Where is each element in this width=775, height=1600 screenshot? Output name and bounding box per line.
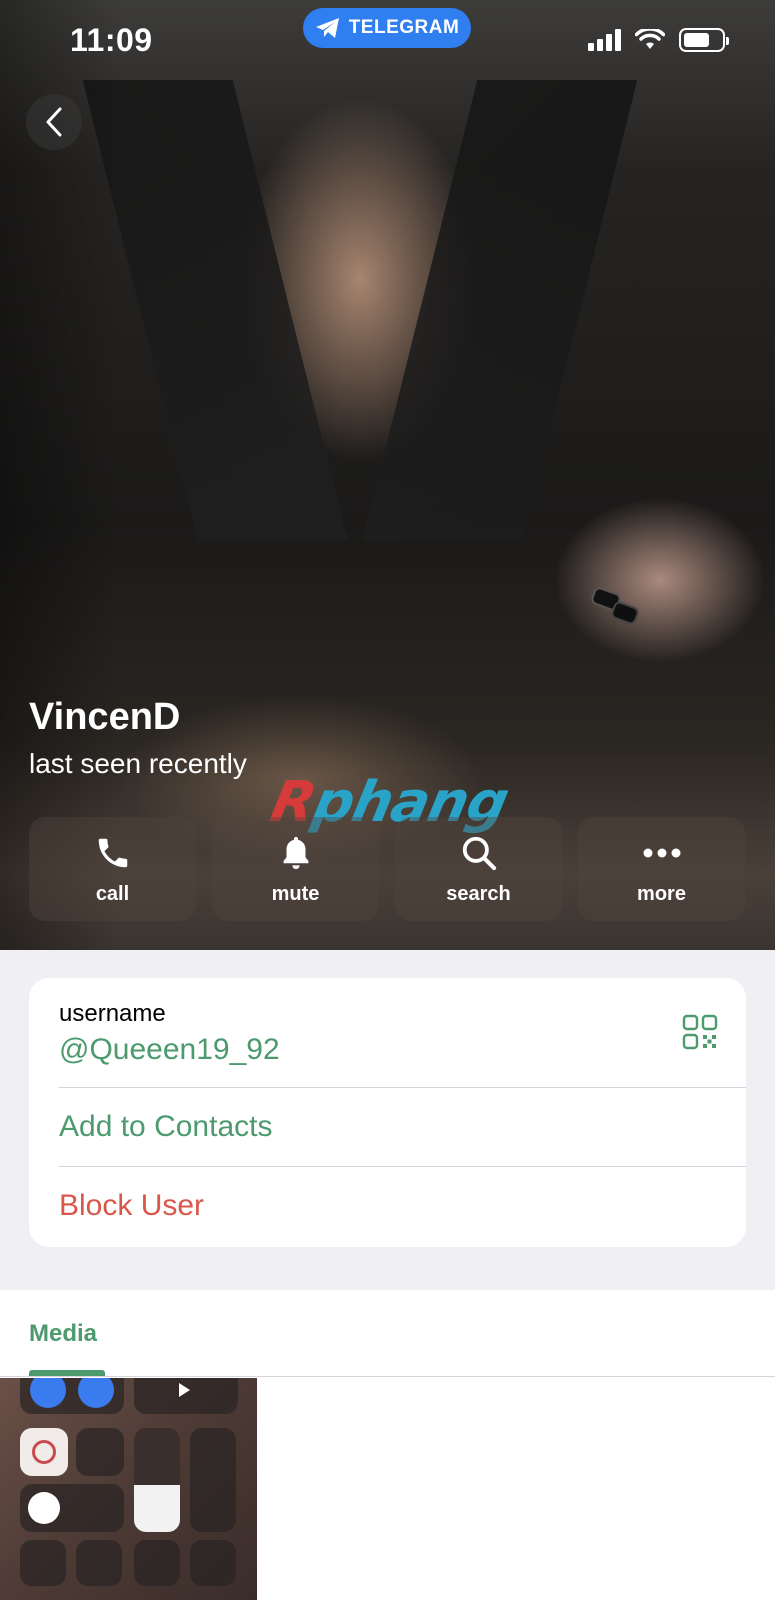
add-to-contacts-label: Add to Contacts bbox=[59, 1110, 273, 1143]
username-label: username bbox=[59, 1000, 166, 1027]
search-button[interactable]: search bbox=[395, 817, 562, 921]
block-user-label: Block User bbox=[59, 1189, 205, 1222]
call-label: call bbox=[95, 882, 130, 905]
block-user-button[interactable]: Block User bbox=[29, 1167, 746, 1247]
flashlight-tile bbox=[20, 1540, 66, 1586]
more-label: more bbox=[637, 882, 686, 905]
bell-icon bbox=[283, 836, 308, 869]
search-icon bbox=[462, 836, 496, 870]
calculator-tile bbox=[134, 1540, 180, 1586]
play-icon bbox=[179, 1383, 190, 1397]
heart-icon bbox=[28, 1492, 60, 1524]
shirt-collar-right bbox=[362, 80, 638, 540]
search-label: search bbox=[446, 882, 511, 905]
tab-media[interactable]: Media bbox=[29, 1320, 97, 1348]
username-value[interactable]: @Queeen19_92 bbox=[59, 1033, 280, 1067]
status-time: 11:09 bbox=[70, 22, 153, 58]
chevron-left-icon bbox=[46, 107, 62, 137]
profile-actions: call mute search more bbox=[29, 817, 745, 921]
status-icons bbox=[588, 28, 729, 52]
mute-label: mute bbox=[271, 882, 320, 905]
media-thumbnail[interactable] bbox=[0, 1378, 257, 1600]
profile-last-seen: last seen recently bbox=[29, 748, 247, 779]
ring bbox=[609, 600, 641, 626]
username-row[interactable]: username @Queeen19_92 bbox=[29, 978, 746, 1088]
media-section: Media bbox=[0, 1290, 775, 1600]
wifi-icon bbox=[635, 29, 665, 49]
telegram-plane-icon bbox=[315, 18, 339, 38]
phone-icon bbox=[98, 838, 127, 867]
call-button[interactable]: call bbox=[29, 817, 196, 921]
timer-tile bbox=[76, 1540, 122, 1586]
screen-mirror-tile bbox=[76, 1428, 124, 1476]
add-to-contacts-button[interactable]: Add to Contacts bbox=[29, 1088, 746, 1167]
media-divider bbox=[0, 1376, 775, 1377]
telegram-pill-label: TELEGRAM bbox=[348, 17, 460, 38]
more-dots-icon bbox=[643, 848, 680, 857]
lock-rotation-icon bbox=[32, 1440, 56, 1464]
info-card: username @Queeen19_92 Add to Contacts Bl… bbox=[29, 978, 746, 1247]
signal-icon bbox=[588, 29, 621, 51]
volume-slider bbox=[190, 1428, 236, 1532]
profile-name: VincenD bbox=[29, 696, 181, 738]
camera-tile bbox=[190, 1540, 236, 1586]
qr-code-icon[interactable] bbox=[682, 1014, 718, 1050]
more-button[interactable]: more bbox=[578, 817, 745, 921]
brightness-slider bbox=[134, 1428, 180, 1532]
battery-icon bbox=[679, 28, 729, 52]
telegram-pill[interactable]: TELEGRAM bbox=[303, 8, 471, 48]
back-button[interactable] bbox=[26, 94, 82, 150]
shirt-collar-left bbox=[82, 80, 348, 540]
mute-button[interactable]: mute bbox=[212, 817, 379, 921]
